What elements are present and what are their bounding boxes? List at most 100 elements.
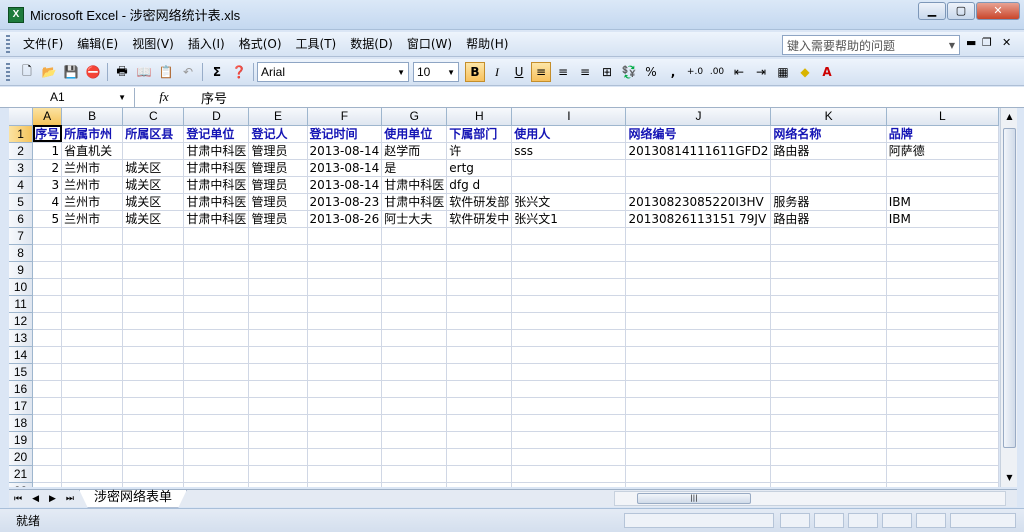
save-icon[interactable]: 💾	[61, 62, 81, 82]
cell[interactable]: 网络名称	[770, 125, 887, 143]
cell[interactable]	[183, 414, 250, 432]
cell[interactable]	[248, 431, 308, 449]
font-color-icon[interactable]: A	[817, 62, 837, 82]
cell[interactable]: 4	[32, 193, 63, 211]
row-header[interactable]: 9	[9, 261, 34, 279]
cell[interactable]	[307, 431, 383, 449]
cell[interactable]	[32, 295, 63, 313]
cell[interactable]: 许	[446, 142, 513, 160]
cell[interactable]	[886, 346, 999, 364]
cell[interactable]	[511, 465, 627, 483]
cell[interactable]: 省直机关	[61, 142, 124, 160]
cell[interactable]	[446, 346, 513, 364]
cell[interactable]	[32, 312, 63, 330]
cell[interactable]: 管理员	[248, 142, 308, 160]
cell[interactable]	[122, 482, 185, 487]
cell[interactable]	[381, 482, 448, 487]
cell[interactable]	[248, 346, 308, 364]
cell[interactable]	[307, 329, 383, 347]
cell[interactable]	[770, 431, 887, 449]
column-header[interactable]: G	[381, 108, 448, 126]
cell[interactable]	[381, 312, 448, 330]
cell[interactable]	[122, 431, 185, 449]
cell[interactable]: 城关区	[122, 159, 185, 177]
cell[interactable]	[625, 295, 772, 313]
cell[interactable]	[248, 261, 308, 279]
column-header[interactable]: H	[446, 108, 513, 126]
cell[interactable]: 路由器	[770, 142, 887, 160]
cell[interactable]: 城关区	[122, 210, 185, 228]
cell[interactable]	[625, 312, 772, 330]
percent-button[interactable]: %	[641, 62, 661, 82]
cell[interactable]	[183, 465, 250, 483]
cell[interactable]	[248, 363, 308, 381]
cell[interactable]	[446, 414, 513, 432]
cell[interactable]	[446, 329, 513, 347]
cell[interactable]	[183, 346, 250, 364]
cell[interactable]	[32, 244, 63, 262]
research-icon[interactable]: 📖	[134, 62, 154, 82]
cell[interactable]	[32, 261, 63, 279]
row-header[interactable]: 17	[9, 397, 34, 415]
cell[interactable]	[307, 244, 383, 262]
cell[interactable]	[446, 278, 513, 296]
cell[interactable]	[122, 278, 185, 296]
cell[interactable]	[886, 295, 999, 313]
cell[interactable]: 使用人	[511, 125, 627, 143]
cell[interactable]	[446, 431, 513, 449]
cell[interactable]	[381, 227, 448, 245]
cell[interactable]	[61, 448, 124, 466]
cell[interactable]	[886, 414, 999, 432]
cell[interactable]	[381, 465, 448, 483]
column-header[interactable]: I	[511, 108, 627, 126]
cell[interactable]	[183, 448, 250, 466]
row-header[interactable]: 1	[9, 125, 34, 143]
cell[interactable]	[307, 448, 383, 466]
cell[interactable]	[248, 397, 308, 415]
cell[interactable]: 是	[381, 159, 448, 177]
cell[interactable]	[122, 227, 185, 245]
cell[interactable]: 甘肃中科医	[183, 159, 250, 177]
name-box[interactable]: A1 ▼	[0, 87, 135, 107]
cell[interactable]	[446, 482, 513, 487]
cell[interactable]	[183, 380, 250, 398]
column-header[interactable]: K	[770, 108, 887, 126]
column-header[interactable]: L	[886, 108, 999, 126]
worksheet-grid[interactable]: ABCDEFGHIJKL 1 序号 所属市州 所属区县 登记单位 登记人 登记时间 使用单位下…	[9, 108, 999, 487]
cell[interactable]: 登记人	[248, 125, 308, 143]
cell[interactable]: 3	[32, 176, 63, 194]
cell[interactable]	[511, 414, 627, 432]
cell[interactable]	[625, 414, 772, 432]
cell[interactable]: 所属区县	[122, 125, 185, 143]
cell[interactable]	[625, 346, 772, 364]
cell[interactable]	[32, 227, 63, 245]
cell[interactable]	[511, 329, 627, 347]
cell[interactable]	[625, 482, 772, 487]
bold-button[interactable]: B	[465, 62, 485, 82]
paste-icon[interactable]: 📋	[156, 62, 176, 82]
decrease-decimal-icon[interactable]: .00	[707, 62, 727, 82]
cell[interactable]	[886, 465, 999, 483]
cell[interactable]	[32, 397, 63, 415]
cell[interactable]: IBM	[886, 210, 999, 228]
cell[interactable]	[248, 465, 308, 483]
doc-minimize-icon[interactable]: ▬	[966, 36, 976, 49]
cell[interactable]: 2013-08-14	[307, 159, 383, 177]
cell[interactable]	[770, 380, 887, 398]
row-header[interactable]: 8	[9, 244, 34, 262]
cell[interactable]	[307, 295, 383, 313]
italic-button[interactable]: I	[487, 62, 507, 82]
align-center-icon[interactable]: ≡	[553, 62, 573, 82]
cell[interactable]: 登记时间	[307, 125, 383, 143]
menu-item[interactable]: 格式(O)	[232, 33, 289, 55]
cell[interactable]	[446, 465, 513, 483]
cell[interactable]: 下属部门	[446, 125, 513, 143]
menu-item[interactable]: 插入(I)	[181, 33, 232, 55]
row-header[interactable]: 16	[9, 380, 34, 398]
cell[interactable]	[183, 278, 250, 296]
cell[interactable]	[886, 431, 999, 449]
cell[interactable]: 阿士大夫	[381, 210, 448, 228]
row-header[interactable]: 13	[9, 329, 34, 347]
cell[interactable]: 城关区	[122, 176, 185, 194]
prev-sheet-icon[interactable]: ◀	[32, 494, 39, 504]
